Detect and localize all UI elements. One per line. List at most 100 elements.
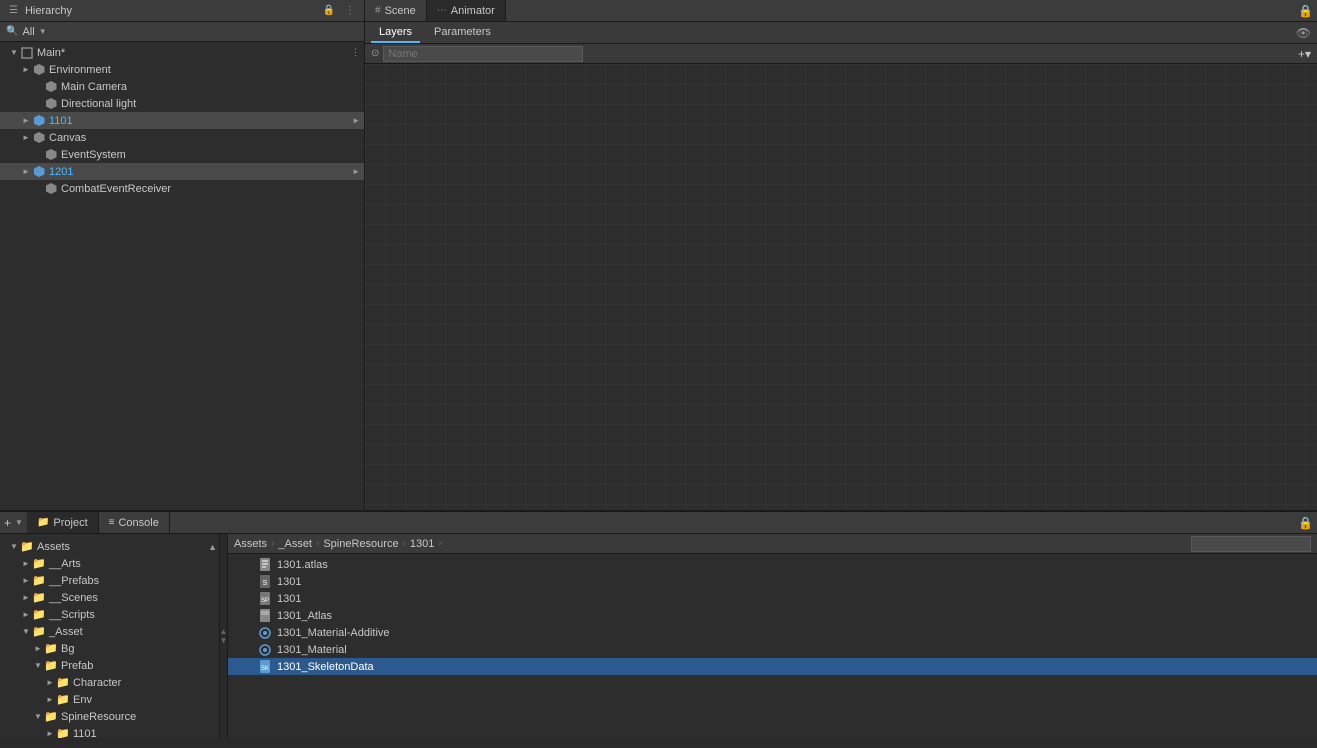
tree-label-main: Main* — [37, 47, 65, 59]
hierarchy-search-bar: 🔍 All ▼ — [0, 22, 364, 42]
hierarchy-add-btn[interactable]: ☰ — [6, 4, 21, 17]
tab-project[interactable]: 📁 Project — [27, 512, 99, 533]
project-resizer[interactable]: ▲ ▼ — [220, 534, 228, 738]
tree-item-scenes[interactable]: ► 📁 __Scenes — [0, 589, 219, 606]
animator-eye-icon[interactable]: 👁 — [1296, 26, 1311, 40]
breadcrumb-spine-resource[interactable]: SpineResource — [323, 538, 398, 550]
file-search-input[interactable] — [1191, 536, 1311, 552]
project-folder-icon: 📁 — [37, 517, 49, 528]
file-item-1301-2[interactable]: SP 1301 — [228, 590, 1317, 607]
tab-project-label: Project — [53, 517, 87, 529]
folder-icon-spine-resource: 📁 — [44, 710, 58, 724]
tree-arrow-1201[interactable]: ► — [20, 167, 32, 176]
tree-label-main-camera: Main Camera — [61, 81, 127, 93]
tree-label-1101: 1101 — [49, 115, 73, 127]
tree-arrow-arts[interactable]: ► — [20, 559, 32, 568]
tab-layers[interactable]: Layers — [371, 22, 420, 43]
tree-arrow-assets[interactable]: ▼ — [8, 542, 20, 551]
hierarchy-tree: ▼ Main* ⋮ ► Environment — [0, 42, 364, 510]
file-browser: Assets › _Asset › SpineResource › 1301 ›… — [228, 534, 1317, 738]
file-item-skeleton-data[interactable]: SK 1301_SkeletonData — [228, 658, 1317, 675]
tree-item-combat-event-receiver[interactable]: CombatEventReceiver — [0, 180, 364, 197]
hierarchy-lock-icon[interactable]: 🔒 — [320, 4, 338, 17]
file-icon-1301-atlas2 — [258, 609, 272, 623]
tab-console-label: Console — [118, 517, 158, 529]
hierarchy-panel: ☰ Hierarchy 🔒 ⋮ 🔍 All ▼ ▼ Main* ⋮ — [0, 0, 365, 510]
svg-text:SP: SP — [261, 598, 269, 604]
hierarchy-menu-icon[interactable]: ⋮ — [342, 4, 358, 17]
tab-console[interactable]: ≡ Console — [99, 512, 170, 533]
tree-item-directional-light[interactable]: Directional light — [0, 95, 364, 112]
tree-arrow-env[interactable]: ► — [44, 695, 56, 704]
breadcrumb-asset[interactable]: _Asset — [278, 538, 312, 550]
bottom-lock-icon[interactable]: 🔒 — [1294, 516, 1317, 530]
tree-item-asset[interactable]: ▼ 📁 _Asset — [0, 623, 219, 640]
tree-item-main[interactable]: ▼ Main* ⋮ — [0, 44, 364, 61]
breadcrumb-1301[interactable]: 1301 — [410, 538, 434, 550]
breadcrumb-assets[interactable]: Assets — [234, 538, 267, 550]
animator-add-btn[interactable]: +▾ — [1298, 47, 1311, 61]
tree-item-character[interactable]: ► 📁 Character — [0, 674, 219, 691]
assets-collapse-btn[interactable]: ▲ — [208, 542, 217, 552]
tree-item-scripts[interactable]: ► 📁 __Scripts — [0, 606, 219, 623]
project-add-btn[interactable]: + — [0, 516, 15, 530]
tree-arrow-1101-folder[interactable]: ► — [44, 729, 56, 738]
tree-arrow-environment[interactable]: ► — [20, 65, 32, 74]
tree-item-1101[interactable]: ► 1101 ► — [0, 112, 364, 129]
tree-arrow-spine-resource[interactable]: ▼ — [32, 712, 44, 721]
breadcrumb-bar: Assets › _Asset › SpineResource › 1301 › — [228, 534, 1317, 554]
file-icon-material — [258, 643, 272, 657]
folder-icon-asset: 📁 — [32, 625, 46, 639]
tree-item-1201[interactable]: ► 1201 ► — [0, 163, 364, 180]
file-label-1301-2: 1301 — [277, 593, 301, 605]
cube-icon-directional-light — [44, 97, 58, 111]
tree-item-prefabs[interactable]: ► 📁 __Prefabs — [0, 572, 219, 589]
tree-arrow-1101[interactable]: ► — [20, 116, 32, 125]
tree-item-arts[interactable]: ► 📁 __Arts — [0, 555, 219, 572]
animator-name-input[interactable] — [383, 46, 583, 62]
folder-icon-arts: 📁 — [32, 557, 46, 571]
folder-icon-env: 📁 — [56, 693, 70, 707]
project-add-arrow[interactable]: ▼ — [15, 518, 23, 527]
tab-animator[interactable]: ⋯ Animator — [427, 0, 506, 21]
tree-label-canvas: Canvas — [49, 132, 86, 144]
tree-arrow-scripts[interactable]: ► — [20, 610, 32, 619]
tree-item-spine-resource[interactable]: ▼ 📁 SpineResource — [0, 708, 219, 725]
tree-arrow-prefabs[interactable]: ► — [20, 576, 32, 585]
tree-item-main-camera[interactable]: Main Camera — [0, 78, 364, 95]
tree-item-assets[interactable]: ▼ 📁 Assets ▲ — [0, 538, 219, 555]
animator-panel: Layers Parameters 👁 ⊙ +▾ — [365, 22, 1317, 510]
tree-item-environment[interactable]: ► Environment — [0, 61, 364, 78]
scene-lock-icon[interactable]: 🔒 — [1294, 4, 1317, 18]
tree-arrow-asset[interactable]: ▼ — [20, 627, 32, 636]
main-menu-btn[interactable]: ⋮ — [351, 47, 360, 58]
search-icon: 🔍 — [6, 26, 18, 37]
tree-arrow-canvas[interactable]: ► — [20, 133, 32, 142]
search-dropdown[interactable]: All — [22, 26, 34, 38]
tree-item-canvas[interactable]: ► Canvas — [0, 129, 364, 146]
tree-arrow-main[interactable]: ▼ — [8, 48, 20, 57]
tree-label-arts: __Arts — [49, 558, 81, 570]
file-item-material-additive[interactable]: 1301_Material-Additive — [228, 624, 1317, 641]
tree-item-1101-folder[interactable]: ► 📁 1101 — [0, 725, 219, 738]
file-label-material-additive: 1301_Material-Additive — [277, 627, 390, 639]
search-arrow[interactable]: ▼ — [39, 27, 47, 36]
tree-arrow-scenes[interactable]: ► — [20, 593, 32, 602]
file-item-1301-atlas2[interactable]: 1301_Atlas — [228, 607, 1317, 624]
file-item-atlas[interactable]: 1301.atlas — [228, 556, 1317, 573]
right-panel: # Scene ⋯ Animator 🔒 Layers Parameters 👁 — [365, 0, 1317, 510]
tree-arrow-bg[interactable]: ► — [32, 644, 44, 653]
tree-item-bg[interactable]: ► 📁 Bg — [0, 640, 219, 657]
tree-arrow-character[interactable]: ► — [44, 678, 56, 687]
tree-item-event-system[interactable]: EventSystem — [0, 146, 364, 163]
file-item-material[interactable]: 1301_Material — [228, 641, 1317, 658]
tree-label-prefab: Prefab — [61, 660, 93, 672]
tree-label-env: Env — [73, 694, 92, 706]
bottom-tabs: + ▼ 📁 Project ≡ Console 🔒 — [0, 512, 1317, 534]
tree-item-env[interactable]: ► 📁 Env — [0, 691, 219, 708]
tree-item-prefab[interactable]: ▼ 📁 Prefab — [0, 657, 219, 674]
tab-scene[interactable]: # Scene — [365, 0, 427, 21]
file-item-1301-1[interactable]: S 1301 — [228, 573, 1317, 590]
tree-arrow-prefab[interactable]: ▼ — [32, 661, 44, 670]
tab-parameters[interactable]: Parameters — [426, 22, 499, 43]
